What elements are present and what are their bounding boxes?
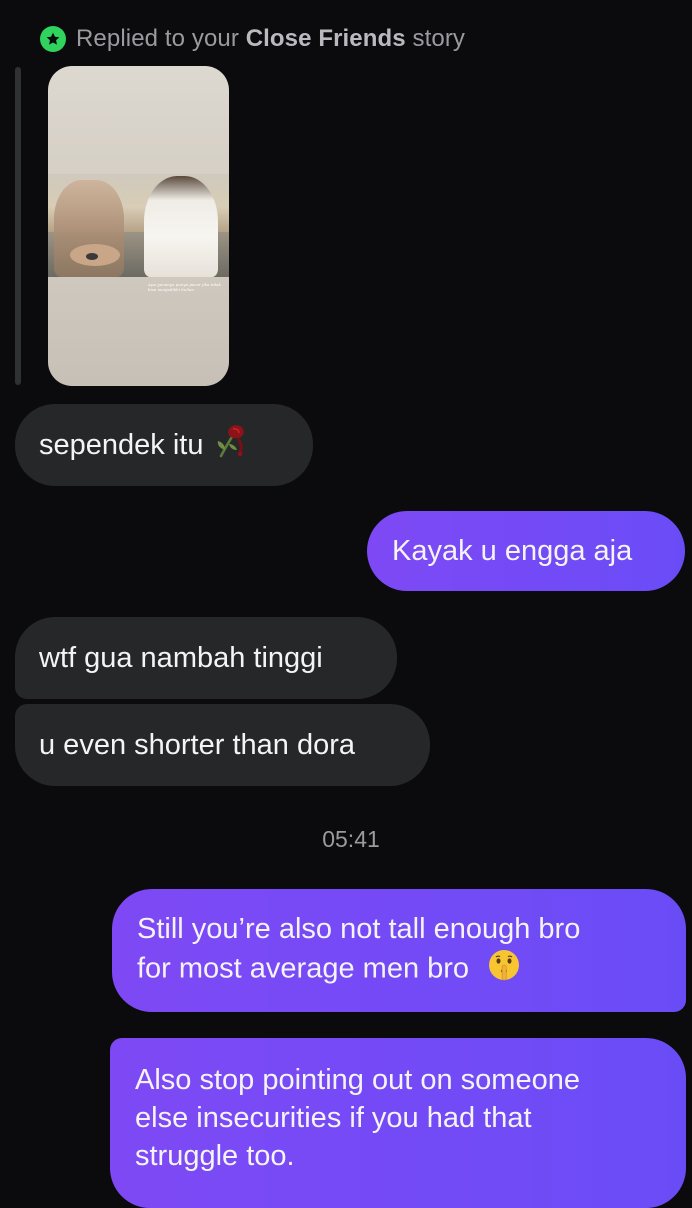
close-friends-label: Close Friends bbox=[245, 25, 406, 52]
timestamp-text: 05:41 bbox=[322, 826, 380, 852]
story-photo bbox=[48, 174, 229, 277]
story-caption: Apa gunanya punya pacar jika tidak bisa … bbox=[148, 282, 221, 292]
reply-suffix: story bbox=[412, 25, 466, 52]
wilted-rose-icon bbox=[215, 422, 249, 468]
message-text: wtf gua nambah tinggi bbox=[39, 642, 323, 674]
message-bubble-outgoing[interactable]: Also stop pointing out on someone else i… bbox=[110, 1038, 686, 1208]
message-line: struggle too. bbox=[135, 1140, 295, 1172]
message-bubble-incoming[interactable]: sependek itu bbox=[15, 404, 313, 486]
message-timestamp: 05:41 bbox=[0, 826, 602, 853]
close-friends-star-icon bbox=[40, 26, 66, 52]
message-text: Kayak u engga aja bbox=[392, 535, 633, 567]
message-text: u even shorter than dora bbox=[39, 729, 355, 761]
message-line: for most average men bro bbox=[137, 952, 470, 985]
message-bubble-outgoing[interactable]: Kayak u engga aja bbox=[367, 511, 685, 591]
shushing-face-icon bbox=[487, 948, 521, 992]
message-line: else insecurities if you had that bbox=[135, 1102, 532, 1134]
message-text: sependek itu bbox=[39, 429, 204, 461]
message-bubble-outgoing[interactable]: Still you’re also not tall enough bro fo… bbox=[112, 889, 686, 1012]
story-thumbnail[interactable]: Apa gunanya punya pacar jika tidak bisa … bbox=[48, 66, 229, 386]
message-bubble-incoming[interactable]: u even shorter than dora bbox=[15, 704, 430, 786]
message-line: Still you’re also not tall enough bro bbox=[137, 913, 581, 945]
message-bubble-incoming[interactable]: wtf gua nambah tinggi bbox=[15, 617, 397, 699]
reply-context-header: Replied to your Close Friends story bbox=[40, 22, 465, 56]
reply-quote-bar bbox=[15, 67, 21, 385]
message-line: Also stop pointing out on someone bbox=[135, 1064, 580, 1096]
reply-prefix: Replied to your bbox=[76, 25, 239, 52]
